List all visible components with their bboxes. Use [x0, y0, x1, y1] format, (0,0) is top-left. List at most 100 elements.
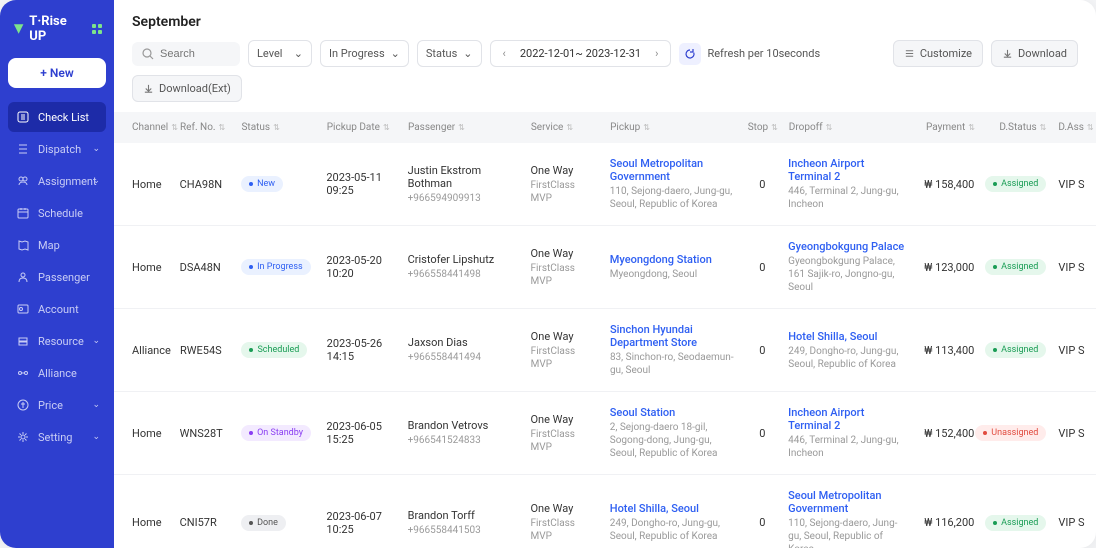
column-header[interactable]: Status⇅ [235, 122, 320, 133]
sidebar-item-assignment[interactable]: Assignment⌄ [8, 166, 106, 196]
date-prev-button[interactable]: ‹ [497, 45, 512, 62]
cell-dropoff: Incheon Airport Terminal 2446, Terminal … [782, 157, 911, 211]
column-header[interactable]: Service⇅ [525, 122, 604, 133]
status-dropdown[interactable]: Status ⌄ [417, 40, 482, 67]
cell-pickup: Myeongdong StationMyeongdong, Seoul [604, 240, 743, 294]
refresh-control: Refresh per 10seconds [679, 43, 820, 65]
sidebar-nav: Check ListDispatch⌄Assignment⌄ScheduleMa… [8, 102, 106, 452]
cell-stop: 0 [743, 323, 783, 377]
sidebar-item-label: Assignment [38, 175, 97, 188]
customize-button[interactable]: Customize [893, 40, 983, 67]
cell-service: One WayFirstClass MVP [524, 240, 603, 294]
column-label: Pickup [610, 122, 640, 133]
cell-payment: ₩ 113,400 [911, 323, 980, 377]
cell-dass: VIP S [1052, 157, 1096, 211]
cell-ref: WNS28T [174, 406, 235, 460]
table-row[interactable]: Home CNI57R Done 2023-06-0710:25 Brandon… [114, 475, 1096, 548]
download-button[interactable]: Download [991, 40, 1078, 67]
cell-channel: Home [114, 157, 174, 211]
sidebar-item-resource[interactable]: Resource⌄ [8, 326, 106, 356]
sidebar-item-price[interactable]: Price⌄ [8, 390, 106, 420]
sidebar-item-map[interactable]: Map [8, 230, 106, 260]
cell-passenger: Justin Ekstrom Bothman+966594909913 [402, 157, 525, 211]
column-label: Payment [926, 122, 965, 133]
sidebar-item-account[interactable]: Account [8, 294, 106, 324]
sidebar-item-passenger[interactable]: Passenger [8, 262, 106, 292]
table-row[interactable]: Alliance RWE54S Scheduled 2023-05-2614:1… [114, 309, 1096, 392]
sidebar-item-schedule[interactable]: Schedule [8, 198, 106, 228]
status-badge: In Progress [241, 259, 311, 275]
plus-icon: + [40, 66, 47, 80]
cell-passenger: Brandon Torff+966558441503 [402, 489, 525, 548]
column-header[interactable]: Stop⇅ [743, 122, 783, 133]
sidebar-item-label: Check List [38, 111, 89, 124]
page-title: September [132, 14, 1078, 30]
date-next-button[interactable]: › [649, 45, 664, 62]
column-header[interactable]: Passenger⇅ [402, 122, 525, 133]
brand-logo: T·Rise UP [8, 14, 106, 44]
cell-payment: ₩ 158,400 [911, 157, 980, 211]
search-input[interactable] [160, 48, 220, 60]
dstatus-badge: Assigned [985, 259, 1046, 275]
sidebar-item-setting[interactable]: Setting⌄ [8, 422, 106, 452]
chevron-down-icon: ⌄ [92, 432, 100, 442]
sidebar-item-label: Resource [38, 335, 84, 348]
cell-dropoff: Incheon Airport Terminal 2446, Terminal … [782, 406, 911, 460]
column-header[interactable]: Payment⇅ [912, 122, 981, 133]
column-header[interactable]: Channel⇅ [114, 122, 174, 133]
column-header[interactable]: Pickup Date⇅ [321, 122, 402, 133]
cell-pickup: Sinchon Hyundai Department Store83, Sinc… [604, 323, 743, 377]
column-header[interactable]: D.Ass⇅ [1052, 122, 1096, 133]
refresh-icon [684, 48, 696, 60]
cell-payment: ₩ 123,000 [911, 240, 980, 294]
column-header[interactable]: D.Status⇅ [981, 122, 1052, 133]
column-header[interactable]: Pickup⇅ [604, 122, 743, 133]
column-label: Dropoff [789, 122, 823, 133]
cell-stop: 0 [742, 489, 782, 548]
alliance-icon [16, 366, 30, 380]
cell-pickup: Seoul Metropolitan Government110, Sejong… [604, 157, 743, 211]
cell-pickup: Seoul Station2, Sejong-daero 18-gil, Sog… [604, 406, 743, 460]
cell-stop: 0 [742, 240, 782, 294]
sidebar-item-label: Dispatch [38, 143, 81, 156]
cell-stop: 0 [742, 406, 782, 460]
search-input-wrap[interactable] [132, 42, 240, 66]
chevron-down-icon: ⌄ [391, 47, 400, 60]
cell-ref: RWE54S [174, 323, 235, 377]
cell-dass: VIP S [1052, 489, 1096, 548]
table[interactable]: Channel⇅Ref. No.⇅Status⇅Pickup Date⇅Pass… [114, 112, 1096, 548]
dstatus-badge: Assigned [985, 176, 1046, 192]
sidebar-item-check-list[interactable]: Check List [8, 102, 106, 132]
table-row[interactable]: Home CHA98N New 2023-05-1109:25 Justin E… [114, 143, 1096, 226]
column-header[interactable]: Dropoff⇅ [783, 122, 912, 133]
cell-date: 2023-05-2010:20 [320, 240, 401, 294]
column-label: D.Ass [1058, 122, 1084, 133]
date-range-picker[interactable]: ‹ 2022-12-01~ 2023-12-31 › [490, 40, 672, 67]
dispatch-icon [16, 142, 30, 156]
table-row[interactable]: Home WNS28T On Standby 2023-06-0515:25 B… [114, 392, 1096, 475]
cell-dstatus: Assigned [980, 323, 1052, 377]
app-root: T·Rise UP + New Check ListDispatch⌄Assig… [0, 0, 1096, 548]
column-label: Status [241, 122, 270, 133]
level-dropdown[interactable]: Level ⌄ [248, 40, 312, 67]
download-ext-button[interactable]: Download(Ext) [132, 75, 242, 102]
sidebar-item-dispatch[interactable]: Dispatch⌄ [8, 134, 106, 164]
refresh-label: Refresh per 10seconds [707, 47, 820, 60]
table-body: Home CHA98N New 2023-05-1109:25 Justin E… [114, 143, 1096, 548]
sidebar-item-alliance[interactable]: Alliance [8, 358, 106, 388]
progress-dropdown[interactable]: In Progress ⌄ [320, 40, 409, 67]
resource-icon [16, 334, 30, 348]
logo-icon [12, 22, 25, 36]
sidebar-item-label: Alliance [38, 367, 77, 380]
cell-payment: ₩ 116,200 [911, 489, 980, 548]
assignment-icon [16, 174, 30, 188]
sort-icon: ⇅ [566, 123, 573, 132]
new-button[interactable]: + New [8, 58, 106, 88]
sort-icon: ⇅ [1040, 123, 1047, 132]
table-row[interactable]: Home DSA48N In Progress 2023-05-2010:20 … [114, 226, 1096, 309]
column-header[interactable]: Ref. No.⇅ [174, 122, 235, 133]
sidebar-item-label: Schedule [38, 207, 83, 220]
list-icon [16, 110, 30, 124]
refresh-button[interactable] [679, 43, 701, 65]
account-icon [16, 302, 30, 316]
